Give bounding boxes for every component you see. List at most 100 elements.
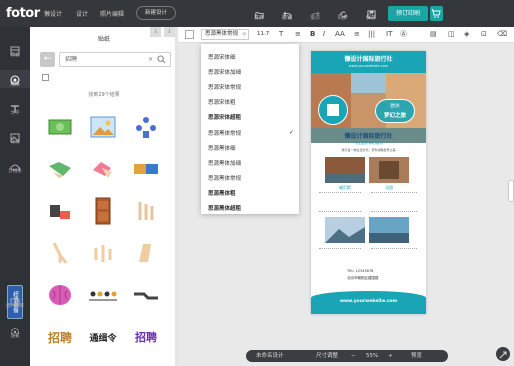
- rail-item-sticker[interactable]: 贴纸: [0, 70, 30, 88]
- font-option[interactable]: 思源黑体加细: [208, 159, 241, 167]
- sticker-search-input[interactable]: 招聘 ✕: [59, 52, 171, 67]
- rail-label-sticker: 贴纸: [10, 82, 20, 87]
- poster-canvas[interactable]: 懒设计国际旅行社 www.yourwebsite.com 欧洲 梦幻之旅 懒设计…: [311, 51, 426, 314]
- rail-item-settings[interactable]: 设置: [0, 322, 30, 340]
- city-photo-2: [369, 157, 409, 183]
- font-option-selected[interactable]: 思源黑体常规: [208, 129, 241, 137]
- font-family-select[interactable]: 思源黑体常规 ⬦: [201, 29, 249, 40]
- font-option[interactable]: 思源宋体常规: [208, 83, 241, 91]
- sticker-puzzle-handshake[interactable]: [128, 151, 164, 187]
- layers-icon[interactable]: ◈: [464, 30, 469, 39]
- cloud-album-icon: [0, 157, 30, 171]
- text-block-4: [371, 248, 417, 266]
- font-option[interactable]: 思源黑体超粗: [208, 204, 241, 212]
- rail-item-background[interactable]: 背景: [0, 128, 30, 146]
- effects-icon[interactable]: Ⓐ: [400, 30, 407, 39]
- save-label: 保存: [365, 15, 376, 21]
- rail-item-user-library[interactable]: 用户图库: [0, 292, 30, 310]
- zoom-in-icon[interactable]: +: [388, 350, 393, 362]
- redo-label: 重做: [309, 15, 320, 21]
- cart-button[interactable]: [430, 6, 443, 21]
- sticker-zhaopin-purple[interactable]: 招聘: [128, 319, 164, 355]
- text-block-3: [319, 248, 361, 266]
- nav-design[interactable]: 设计: [76, 9, 88, 18]
- sticker-hand-gesture[interactable]: [128, 193, 164, 229]
- sticker-puzzle-hands[interactable]: [42, 193, 78, 229]
- back-arrow-button[interactable]: ←: [40, 52, 55, 67]
- sticker-brain-pink[interactable]: [42, 277, 78, 313]
- sticker-team-line[interactable]: [85, 277, 121, 313]
- font-option[interactable]: 思源宋体粗: [208, 98, 236, 106]
- destination-badge: 欧洲 梦幻之旅: [375, 99, 415, 123]
- font-option[interactable]: 思源黑体常规: [208, 174, 241, 182]
- text-toolbar: 思源黑体常规 ⬦ 11.7 T ≡ B I AA ≡ ||| IT Ⓐ ▤ ◫ ◈…: [178, 27, 514, 43]
- arrange-icon[interactable]: ◫: [448, 30, 455, 39]
- filter-icon[interactable]: [42, 74, 49, 81]
- rail-item-template[interactable]: 模板: [0, 41, 30, 59]
- nav-photo-edit[interactable]: 照片编辑: [100, 9, 124, 18]
- team-people-icon: [136, 117, 156, 138]
- case-button[interactable]: AA: [335, 30, 345, 39]
- resize-button[interactable]: 尺寸调整: [316, 350, 338, 362]
- right-panel-handle[interactable]: [508, 180, 514, 202]
- fullscreen-button[interactable]: [496, 347, 510, 361]
- zoom-out-icon[interactable]: −: [351, 350, 356, 362]
- sticker-door-brown[interactable]: [85, 193, 121, 229]
- hand-wave-icon: [139, 244, 151, 262]
- font-option[interactable]: 思源黑体细: [208, 144, 236, 152]
- color-swatch[interactable]: [185, 30, 194, 39]
- sticker-team-people[interactable]: [128, 109, 164, 145]
- rail-item-cloud-album[interactable]: 云相册: [0, 157, 30, 175]
- preview-button[interactable]: 预览: [411, 350, 422, 362]
- money-bill-icon: [48, 119, 72, 135]
- font-option[interactable]: 思源宋体加细: [208, 68, 241, 76]
- font-option[interactable]: 思源黑体粗: [208, 189, 236, 197]
- print-order-button[interactable]: 预订印刷: [388, 6, 428, 21]
- save-button[interactable]: 保存: [359, 4, 383, 24]
- line-spacing-button[interactable]: ≡: [354, 30, 360, 39]
- italic-button[interactable]: I: [323, 30, 325, 39]
- hand-gesture-icon: [138, 202, 154, 220]
- font-option[interactable]: 思源宋体细: [208, 53, 236, 61]
- sticker-handshake-pink[interactable]: [85, 151, 121, 187]
- sticker-hands-raised[interactable]: [85, 235, 121, 271]
- open-button[interactable]: 打开: [247, 4, 271, 24]
- fotor-logo[interactable]: fotor: [6, 6, 40, 21]
- sticker-landscape-photo[interactable]: [85, 109, 121, 145]
- letter-spacing-button[interactable]: |||: [368, 30, 375, 39]
- sticker-money-bill[interactable]: [42, 109, 78, 145]
- align-button[interactable]: ≡: [295, 30, 301, 39]
- badge-line1: 欧洲: [390, 104, 400, 109]
- sticker-finger-point[interactable]: [42, 235, 78, 271]
- sync-button[interactable]: 同步: [331, 4, 355, 24]
- clear-search-icon[interactable]: ✕: [148, 53, 153, 66]
- bold-button[interactable]: B: [310, 30, 315, 39]
- text-style-button[interactable]: T: [279, 30, 283, 39]
- handshake-pink-icon: [93, 162, 112, 178]
- zoom-value: 55%: [366, 353, 379, 359]
- vertical-text-button[interactable]: IT: [386, 30, 392, 39]
- sticker-handshake-green[interactable]: [42, 151, 78, 187]
- redo-button[interactable]: 重做: [303, 4, 327, 24]
- undo-button[interactable]: 撤销: [275, 4, 299, 24]
- font-size-value[interactable]: 11.7: [257, 31, 269, 37]
- panel-expand-icon[interactable]: ⇃: [164, 27, 175, 37]
- search-icon[interactable]: [157, 55, 166, 64]
- lock-icon[interactable]: ⊡: [481, 30, 487, 39]
- panel-collapse-icon[interactable]: ⇂: [150, 27, 161, 37]
- transparency-icon[interactable]: ▤: [430, 30, 437, 39]
- checkmark-icon: ✓: [289, 129, 295, 136]
- result-count: 找到29个结果: [88, 92, 120, 98]
- sticker-zhaopin-gold[interactable]: 招聘: [42, 319, 78, 355]
- rail-item-text[interactable]: 文字: [0, 99, 30, 117]
- panel-scrollbar[interactable]: [175, 27, 178, 366]
- page-name[interactable]: 未命名设计: [256, 350, 284, 362]
- sticker-handshake-gray[interactable]: [128, 277, 164, 313]
- team-line-icon: [89, 291, 117, 301]
- font-option[interactable]: 思源宋体超粗: [208, 113, 241, 121]
- sticker-tongjiling[interactable]: 通缉令: [85, 319, 121, 355]
- sticker-hand-wave[interactable]: [128, 235, 164, 271]
- text-block-1: [319, 192, 361, 212]
- delete-icon[interactable]: ⌫: [497, 30, 507, 39]
- new-design-button[interactable]: 新建设计: [136, 6, 176, 20]
